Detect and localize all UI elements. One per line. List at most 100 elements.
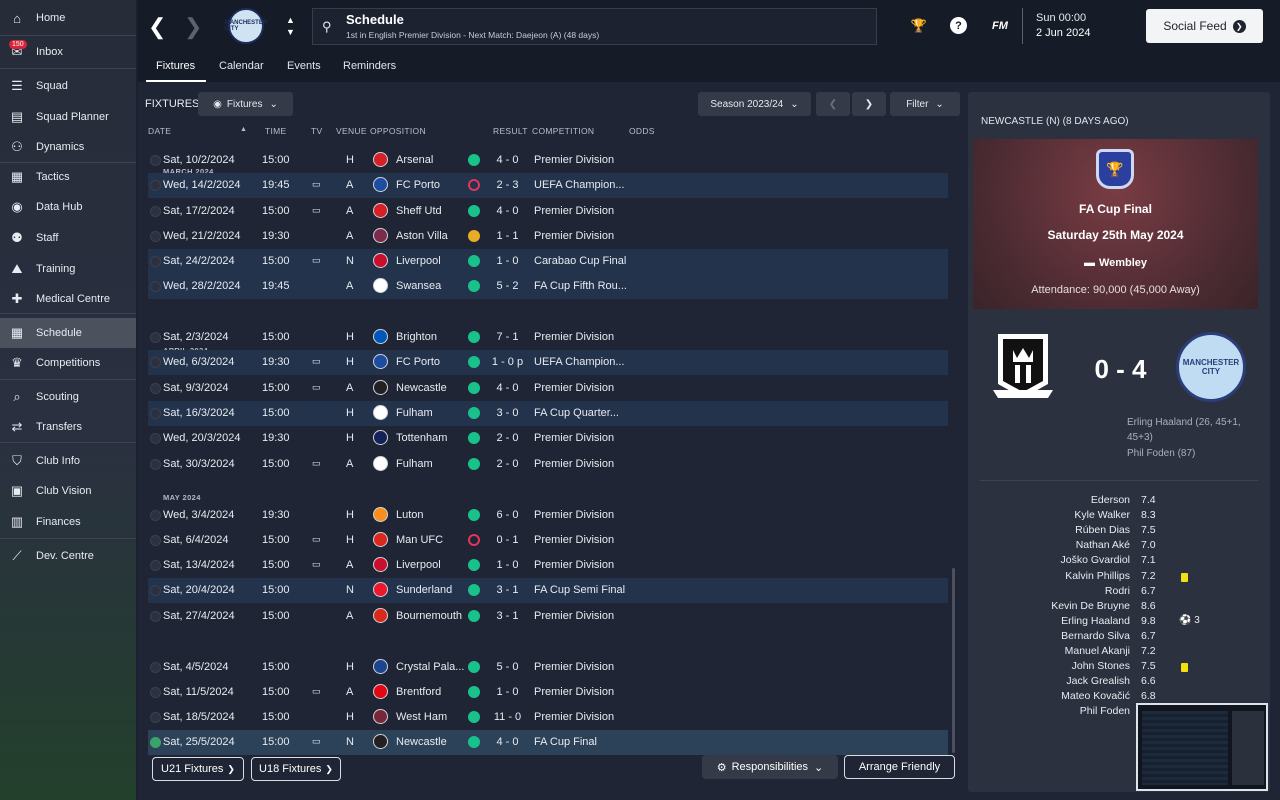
fixture-opponent[interactable]: Fulham: [396, 458, 433, 470]
u18-fixtures-button[interactable]: U18 Fixtures ❯: [251, 757, 341, 781]
opponent-crest-icon[interactable]: [373, 278, 388, 293]
sidebar-item-squad-planner[interactable]: ▤ Squad Planner: [0, 103, 136, 131]
opponent-crest-icon[interactable]: [373, 380, 388, 395]
help-icon[interactable]: ?: [950, 17, 967, 34]
fixture-checkbox[interactable]: [150, 180, 161, 191]
fixture-row[interactable]: Sat, 25/5/2024 15:00 ▭ N Newcastle 4 - 0 FA Cu…: [148, 730, 948, 755]
tab-calendar[interactable]: Calendar: [219, 60, 264, 72]
opponent-crest-icon[interactable]: [373, 228, 388, 243]
sidebar-item-club-vision[interactable]: ▣ Club Vision: [0, 477, 136, 505]
fixture-row[interactable]: Sat, 30/3/2024 15:00 ▭ A Fulham 2 - 0 Premier …: [148, 452, 948, 477]
opponent-crest-icon[interactable]: [373, 203, 388, 218]
fixture-checkbox[interactable]: [150, 357, 161, 368]
tab-events[interactable]: Events: [287, 60, 321, 72]
player-name[interactable]: Phil Foden: [1080, 705, 1130, 717]
fixture-opponent[interactable]: Brighton: [396, 331, 437, 343]
sidebar-item-club-info[interactable]: ⛉ Club Info: [0, 447, 136, 475]
fixture-score[interactable]: 4 - 0: [490, 205, 525, 217]
fixture-opponent[interactable]: Newcastle: [396, 382, 447, 394]
fixture-row[interactable]: Sat, 24/2/2024 15:00 ▭ N Liverpool 1 - 0 Carab…: [148, 249, 948, 274]
fixtures-view-dropdown[interactable]: ◉ Fixtures ⌄: [198, 92, 293, 116]
fixture-checkbox[interactable]: [150, 408, 161, 419]
fixture-score[interactable]: 3 - 1: [490, 610, 525, 622]
sidebar-item-dev-centre[interactable]: ⟋ Dev. Centre: [0, 542, 136, 570]
fixture-row[interactable]: Sat, 27/4/2024 15:00 A Bournemouth 3 - 1 Prem…: [148, 604, 948, 629]
fixture-checkbox[interactable]: [150, 231, 161, 242]
fixture-score[interactable]: 2 - 0: [490, 458, 525, 470]
sidebar-item-scouting[interactable]: ⌕ Scouting: [0, 383, 136, 411]
sidebar-item-transfers[interactable]: ⇄ Transfers: [0, 413, 136, 441]
opponent-crest-icon[interactable]: [373, 354, 388, 369]
fixture-row[interactable]: Sat, 6/4/2024 15:00 ▭ H Man UFC 0 - 1 Premier …: [148, 528, 948, 553]
newcastle-crest-icon[interactable]: [993, 332, 1053, 400]
fixture-competition[interactable]: Carabao Cup Final: [534, 255, 626, 267]
fixture-row[interactable]: Wed, 28/2/2024 19:45 A Swansea 5 - 2 FA Cup F…: [148, 274, 948, 299]
sidebar-item-squad[interactable]: ☰ Squad: [0, 72, 136, 100]
opponent-crest-icon[interactable]: [373, 329, 388, 344]
fixture-row[interactable]: Wed, 20/3/2024 19:30 H Tottenham 2 - 0 Premie…: [148, 426, 948, 451]
fixture-row[interactable]: Sat, 20/4/2024 15:00 N Sunderland 3 - 1 FA Cu…: [148, 578, 948, 603]
opponent-crest-icon[interactable]: [373, 659, 388, 674]
fixture-opponent[interactable]: Swansea: [396, 280, 441, 292]
opponent-crest-icon[interactable]: [373, 608, 388, 623]
sidebar-item-inbox[interactable]: ✉ 150 Inbox: [0, 38, 136, 66]
man-city-crest-icon[interactable]: MANCHESTER CITY: [1176, 332, 1246, 402]
fixture-row[interactable]: Sat, 9/3/2024 15:00 ▭ A Newcastle 4 - 0 Premie…: [148, 376, 948, 401]
fixture-opponent[interactable]: Newcastle: [396, 736, 447, 748]
column-header-odds[interactable]: ODDS: [629, 126, 655, 136]
fixture-competition[interactable]: Premier Division: [534, 559, 614, 571]
sort-asc-icon[interactable]: ▲: [240, 126, 247, 133]
fixture-competition[interactable]: Premier Division: [534, 154, 614, 166]
fixture-checkbox[interactable]: [150, 332, 161, 343]
fixture-score[interactable]: 3 - 0: [490, 407, 525, 419]
fixture-score[interactable]: 2 - 0: [490, 432, 525, 444]
sidebar-item-finances[interactable]: ▥ Finances: [0, 508, 136, 536]
opponent-crest-icon[interactable]: [373, 709, 388, 724]
fixture-opponent[interactable]: FC Porto: [396, 179, 440, 191]
fixture-row[interactable]: Sat, 13/4/2024 15:00 ▭ A Liverpool 1 - 0 Premi…: [148, 553, 948, 578]
fixture-competition[interactable]: Premier Division: [534, 711, 614, 723]
fixture-competition[interactable]: Premier Division: [534, 331, 614, 343]
player-name[interactable]: Rúben Dias: [1075, 524, 1130, 536]
player-name[interactable]: Erling Haaland: [1061, 615, 1130, 627]
opponent-crest-icon[interactable]: [373, 734, 388, 749]
sidebar-item-competitions[interactable]: ♛ Competitions: [0, 349, 136, 377]
previous-season-button[interactable]: ❮: [816, 92, 850, 116]
player-name[interactable]: Mateo Kovačić: [1061, 690, 1130, 702]
fixture-opponent[interactable]: Sheff Utd: [396, 205, 442, 217]
fixture-competition[interactable]: Premier Division: [534, 509, 614, 521]
fixture-row[interactable]: Sat, 11/5/2024 15:00 ▭ A Brentford 1 - 0 Premi…: [148, 680, 948, 705]
fixture-competition[interactable]: Premier Division: [534, 610, 614, 622]
opponent-crest-icon[interactable]: [373, 253, 388, 268]
fixture-checkbox[interactable]: [150, 206, 161, 217]
fixture-score[interactable]: 4 - 0: [490, 154, 525, 166]
fixture-score[interactable]: 5 - 0: [490, 661, 525, 673]
fixture-score[interactable]: 11 - 0: [490, 711, 525, 723]
season-dropdown[interactable]: Season 2023/24 ⌄: [698, 92, 811, 116]
fixture-score[interactable]: 7 - 1: [490, 331, 525, 343]
player-name[interactable]: Bernardo Silva: [1061, 630, 1130, 642]
fixture-checkbox[interactable]: [150, 256, 161, 267]
fixture-opponent[interactable]: Brentford: [396, 686, 441, 698]
column-header-competition[interactable]: COMPETITION: [532, 126, 594, 136]
fixture-score[interactable]: 1 - 0: [490, 255, 525, 267]
fixture-score[interactable]: 4 - 0: [490, 736, 525, 748]
screenshot-thumbnail[interactable]: [1136, 703, 1268, 791]
fixture-row[interactable]: Sat, 10/2/2024 15:00 H Arsenal 4 - 0 Premier …: [148, 148, 948, 173]
fixture-competition[interactable]: Premier Division: [534, 382, 614, 394]
fixture-row[interactable]: Wed, 14/2/2024 19:45 ▭ A FC Porto 2 - 3 UEFA C…: [148, 173, 948, 198]
fixture-row[interactable]: Wed, 6/3/2024 19:30 ▭ H FC Porto 1 - 0 p UEFA …: [148, 350, 948, 375]
fixture-score[interactable]: 5 - 2: [490, 280, 525, 292]
fixture-competition[interactable]: UEFA Champion...: [534, 179, 625, 191]
fixture-row[interactable]: Wed, 3/4/2024 19:30 H Luton 6 - 0 Premier Div…: [148, 503, 948, 528]
fixture-checkbox[interactable]: [150, 712, 161, 723]
fixture-checkbox[interactable]: [150, 535, 161, 546]
fixture-opponent[interactable]: West Ham: [396, 711, 447, 723]
responsibilities-button[interactable]: ⚙ Responsibilities ⌄: [702, 755, 838, 779]
match-card[interactable]: 🏆 FA Cup Final Saturday 25th May 2024 ▬ W…: [973, 139, 1258, 309]
fixture-opponent[interactable]: Bournemouth: [396, 610, 462, 622]
fixture-checkbox[interactable]: [150, 662, 161, 673]
fixture-score[interactable]: 4 - 0: [490, 382, 525, 394]
column-header-opposition[interactable]: OPPOSITION: [370, 126, 426, 136]
fixture-checkbox[interactable]: [150, 383, 161, 394]
